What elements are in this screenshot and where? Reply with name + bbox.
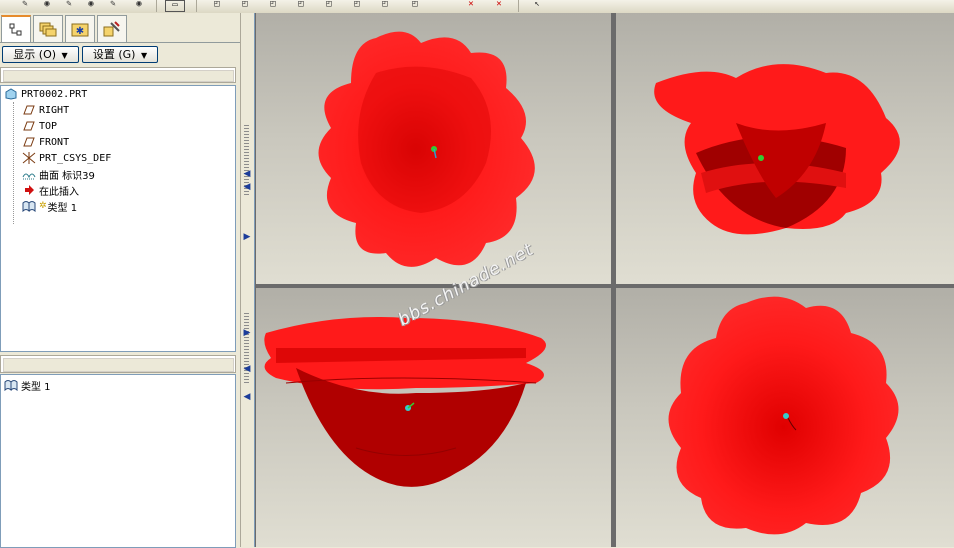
collapse-left-icon[interactable]: ◀ <box>242 393 252 402</box>
favorites-icon: ✱ <box>71 23 89 37</box>
datum-plane-icon <box>22 120 36 132</box>
settings-menu-shortcut: (G) <box>118 48 136 61</box>
expand-right-icon[interactable]: ▶ <box>242 233 252 242</box>
feature-star-icon: ✲ <box>39 201 47 211</box>
settings-menu-label: 设置 <box>92 48 115 61</box>
navigator-body: 显示 (O) ▼ 设置 (G) ▼ PRT0002.PRT RIGHT TOP … <box>0 42 240 548</box>
dropdown-arrow-icon: ▼ <box>140 51 148 60</box>
expand-right-icon[interactable]: ▶ <box>242 329 252 338</box>
tree-root-label: PRT0002.PRT <box>21 88 88 100</box>
viewport-top-left[interactable] <box>256 13 611 284</box>
tree-item-insert-here[interactable]: 在此插入 <box>22 182 79 198</box>
navigator-tabs: ✱ <box>0 15 240 43</box>
list-item-label: 类型 1 <box>21 381 51 393</box>
datum-plane-icon <box>22 136 36 148</box>
model-tree: PRT0002.PRT RIGHT TOP FRONT PRT_CSYS_DEF <box>0 85 236 352</box>
tree-item-top[interactable]: TOP <box>22 118 57 134</box>
window-icon[interactable]: ▭ <box>165 0 185 12</box>
surface-icon <box>22 168 36 180</box>
view-tool-icon[interactable]: ◰ <box>318 0 340 11</box>
favorites-tab[interactable]: ✱ <box>65 15 95 42</box>
tree-item-label: 在此插入 <box>39 186 79 198</box>
csys-origin-icon <box>758 155 764 161</box>
show-menu-shortcut: (O) <box>38 48 57 61</box>
csys-icon <box>22 152 36 164</box>
view-tool-icon[interactable]: ◰ <box>206 0 228 11</box>
collapse-left-icon[interactable]: ◀ <box>242 365 252 374</box>
lower-column-header <box>0 355 236 373</box>
tree-item-label: PRT_CSYS_DEF <box>39 152 112 164</box>
header-bar <box>3 70 234 82</box>
list-item[interactable]: 类型 1 <box>4 377 51 393</box>
delete-icon[interactable]: ✕ <box>488 0 510 11</box>
eye-icon[interactable]: ◉ <box>128 0 150 11</box>
dropdown-arrow-icon: ▼ <box>61 51 68 60</box>
edit-visibility-icon[interactable]: ✎ <box>58 0 80 11</box>
tree-item-surface[interactable]: 曲面 标识39 <box>22 166 95 182</box>
feature-type-icon <box>4 379 18 391</box>
tree-column-header <box>0 67 236 83</box>
insert-here-icon <box>22 184 36 196</box>
flower-model-top-view <box>318 31 535 267</box>
folders-icon <box>39 22 57 37</box>
tree-item-csys[interactable]: PRT_CSYS_DEF <box>22 150 111 166</box>
panel-splitter[interactable]: ◀ ◀ ▶ ▶ ◀ ◀ <box>240 13 255 547</box>
tree-icon <box>9 23 22 36</box>
viewport-top-right[interactable] <box>616 13 954 284</box>
connections-tab[interactable] <box>97 15 127 42</box>
view-tool-icon[interactable]: ◰ <box>404 0 426 11</box>
edit-visibility-icon[interactable]: ✎ <box>102 0 124 11</box>
svg-text:✱: ✱ <box>76 26 84 37</box>
tools-icon <box>103 21 120 37</box>
graphics-area: bbs.chinade.net <box>255 13 954 547</box>
toolbar-separator <box>196 0 197 12</box>
eye-icon[interactable]: ◉ <box>80 0 102 11</box>
show-menu-label: 显示 <box>13 48 36 61</box>
toolbar-separator <box>518 0 519 12</box>
collapse-left-icon[interactable]: ◀ <box>242 170 252 179</box>
viewport-bottom-right[interactable] <box>616 288 954 547</box>
main-toolbar: ✎ ◉ ✎ ◉ ✎ ◉ ▭ ◰ ◰ ◰ ◰ ◰ ◰ ◰ ◰ ✕ ✕ ↖ <box>0 0 954 14</box>
view-tool-icon[interactable]: ◰ <box>234 0 256 11</box>
view-tool-icon[interactable]: ◰ <box>374 0 396 11</box>
flower-model-iso-view <box>654 64 900 235</box>
toolbar-separator <box>156 0 157 12</box>
folder-browser-tab[interactable] <box>33 15 63 42</box>
view-tool-icon[interactable]: ◰ <box>290 0 312 11</box>
datum-plane-icon <box>22 104 36 116</box>
edit-visibility-icon[interactable]: ✎ <box>14 0 36 11</box>
header-bar <box>3 358 234 372</box>
tree-item-label: FRONT <box>39 136 70 148</box>
flower-model-side-view <box>264 317 546 487</box>
show-menu-button[interactable]: 显示 (O) ▼ <box>2 46 79 63</box>
select-arrow-icon[interactable]: ↖ <box>526 0 548 11</box>
model-tree-tab[interactable] <box>1 15 31 43</box>
tree-item-right[interactable]: RIGHT <box>22 102 69 118</box>
eye-icon[interactable]: ◉ <box>36 0 58 11</box>
feature-list: 类型 1 <box>0 374 236 548</box>
collapse-left-icon[interactable]: ◀ <box>242 183 252 192</box>
tree-item-label: RIGHT <box>39 104 70 116</box>
tree-item-label: 曲面 标识39 <box>39 170 95 182</box>
tree-item-type[interactable]: ✲ 类型 1 <box>22 198 77 214</box>
tree-item-front[interactable]: FRONT <box>22 134 69 150</box>
viewport-bottom-left[interactable] <box>256 288 611 547</box>
flower-model-bottom-view <box>668 296 899 535</box>
part-icon <box>4 88 18 100</box>
tree-root-part[interactable]: PRT0002.PRT <box>4 86 87 102</box>
delete-icon[interactable]: ✕ <box>460 0 482 11</box>
tree-item-label: TOP <box>39 120 58 132</box>
tree-item-label: 类型 1 <box>47 202 78 214</box>
feature-type-icon <box>22 200 36 212</box>
tree-guide-line <box>13 102 15 224</box>
settings-menu-button[interactable]: 设置 (G) ▼ <box>82 46 158 63</box>
view-tool-icon[interactable]: ◰ <box>346 0 368 11</box>
navigator-panel: ✱ 显示 (O) ▼ 设置 (G) ▼ PRT0002.PRT RIGHT TO… <box>0 13 240 548</box>
view-tool-icon[interactable]: ◰ <box>262 0 284 11</box>
